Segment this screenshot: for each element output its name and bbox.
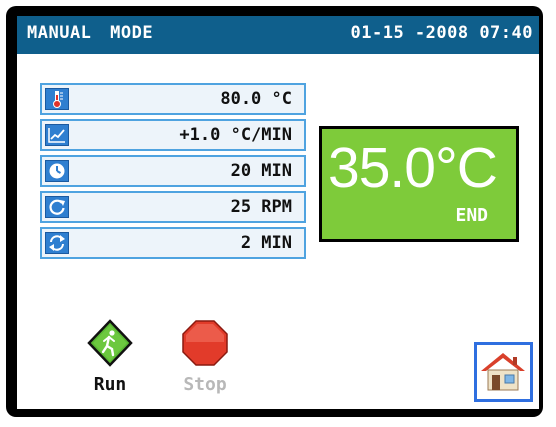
current-temperature: 35.0°C (328, 136, 498, 200)
clock-icon (45, 160, 69, 182)
param-row-speed[interactable]: 25 RPM (40, 191, 306, 223)
param-row-rate[interactable]: +1.0 °C/MIN (40, 119, 306, 151)
title-bar: MANUAL MODE 01-15 -2008 07:40 (17, 16, 539, 54)
date-time: 01-15 -2008 07:40 (350, 23, 533, 43)
temperature-setpoint: 80.0 °C (220, 89, 292, 109)
temperature-display: 35.0°C END (319, 126, 519, 242)
screen: MANUAL MODE 01-15 -2008 07:40 80.0 °C +1… (17, 16, 539, 409)
ramp-rate: +1.0 °C/MIN (179, 125, 292, 145)
home-icon (481, 353, 525, 391)
rotation-icon (45, 196, 69, 218)
parameter-list: 80.0 °C +1.0 °C/MIN 20 MIN 25 RPM 2 MIN (40, 83, 306, 263)
thermometer-icon (45, 88, 69, 110)
stop-icon (182, 320, 228, 366)
param-row-temperature[interactable]: 80.0 °C (40, 83, 306, 115)
rotation-speed: 25 RPM (230, 197, 292, 217)
run-button[interactable]: Run (77, 318, 143, 398)
param-row-cycle[interactable]: 2 MIN (40, 227, 306, 259)
hold-time: 20 MIN (230, 161, 292, 181)
run-label: Run (93, 374, 127, 395)
home-button[interactable] (474, 342, 533, 402)
mode-title: MANUAL MODE (27, 23, 154, 43)
run-icon (87, 319, 133, 367)
run-status: END (455, 205, 488, 226)
param-row-time[interactable]: 20 MIN (40, 155, 306, 187)
cycle-time: 2 MIN (240, 233, 292, 253)
cycle-icon (45, 232, 69, 254)
stop-label: Stop (183, 374, 227, 395)
rate-chart-icon (45, 124, 69, 146)
stop-button[interactable]: Stop (172, 318, 238, 398)
